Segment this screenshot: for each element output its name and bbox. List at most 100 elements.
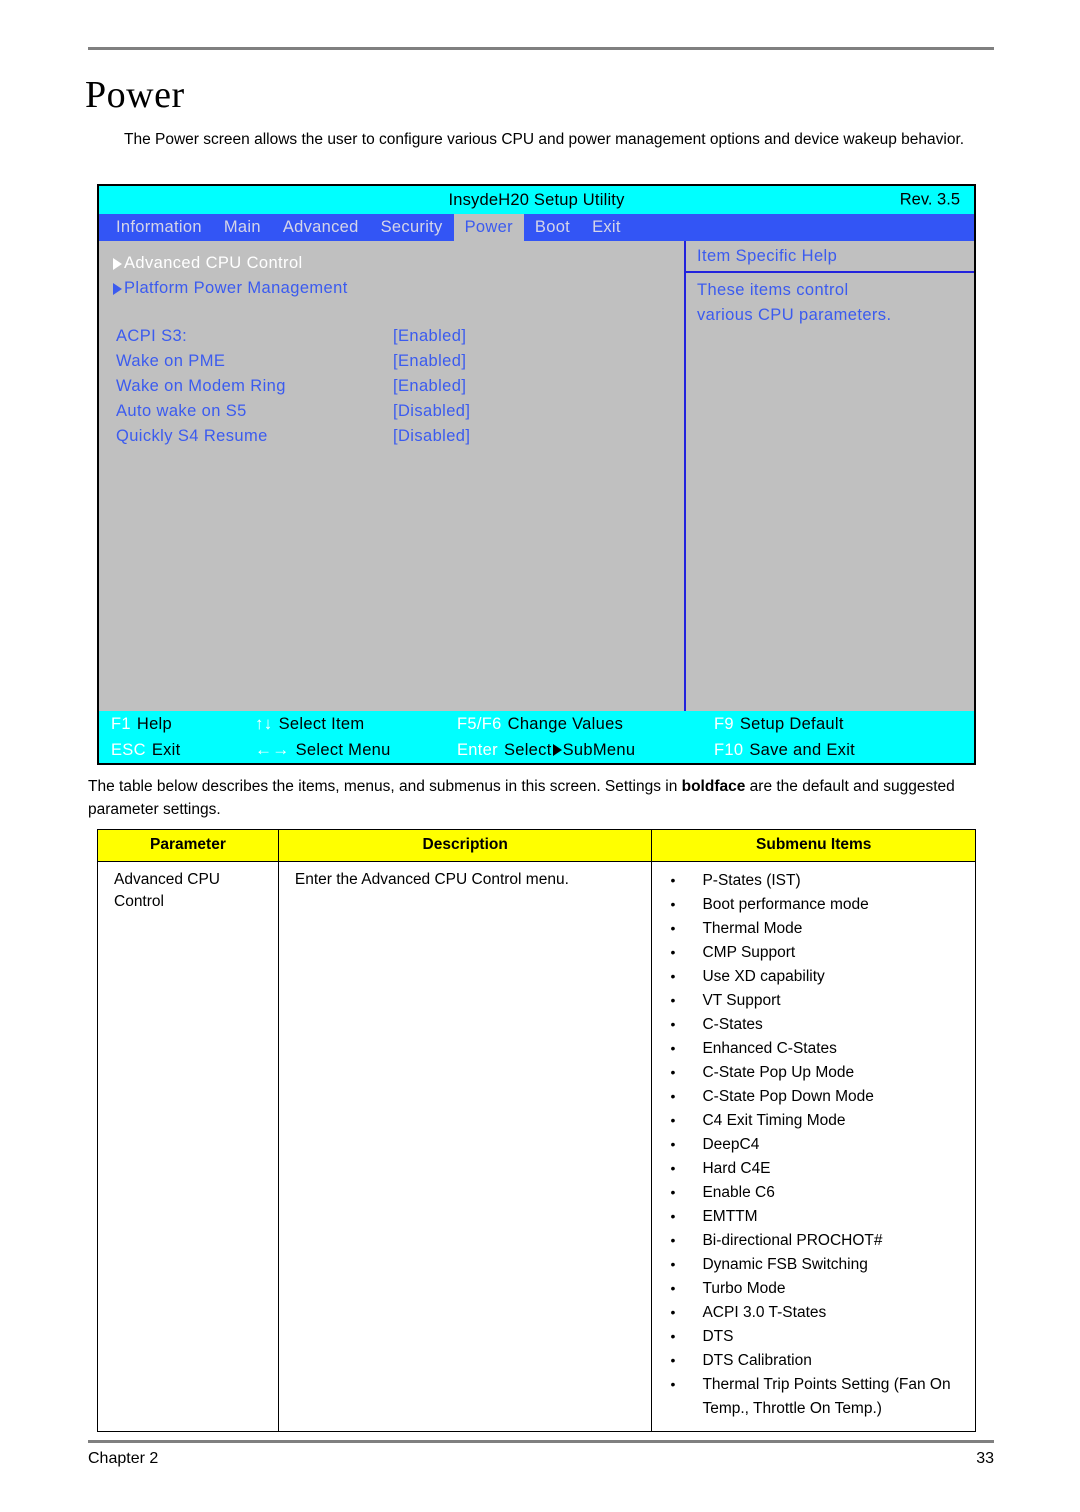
option-label: ACPI S3: — [116, 327, 188, 345]
table-intro-boldface: boldface — [681, 778, 746, 795]
option-value[interactable]: [Disabled] — [393, 402, 470, 421]
item-specific-help-pane: Item Specific Help These items control v… — [686, 241, 974, 711]
key-esc-exit[interactable]: ESC Exit — [111, 741, 181, 760]
bios-setup-screenshot: InsydeH20 Setup Utility Rev. 3.5 Informa… — [97, 184, 976, 765]
key-enter-select-submenu[interactable]: Enter Select SubMenu — [457, 741, 635, 760]
table-intro-part1: The table below describes the items, men… — [88, 778, 682, 795]
footer-chapter: Chapter 2 — [88, 1450, 159, 1467]
list-item: Dynamic FSB Switching — [668, 1252, 965, 1277]
key-name: F10 — [714, 740, 744, 759]
table-intro-paragraph: The table below describes the items, men… — [88, 775, 988, 821]
key-desc: Select Menu — [295, 740, 391, 759]
list-item: Thermal Trip Points Setting (Fan On Temp… — [668, 1372, 965, 1421]
bios-title: InsydeH20 Setup Utility — [448, 190, 625, 209]
tab-exit[interactable]: Exit — [581, 214, 632, 241]
option-value[interactable]: [Enabled] — [393, 377, 466, 396]
up-down-arrow-icon: ↑↓ — [255, 714, 273, 733]
submenu-arrow-icon — [113, 282, 122, 295]
submenu-arrow-icon — [552, 744, 562, 756]
footer-page-number: 33 — [976, 1450, 994, 1467]
key-desc: Save and Exit — [749, 740, 856, 759]
list-item: C-State Pop Up Mode — [668, 1060, 965, 1085]
key-name: ESC — [111, 740, 146, 759]
key-name: F9 — [714, 714, 734, 733]
key-desc: Help — [136, 714, 172, 733]
list-item: Enhanced C-States — [668, 1036, 965, 1061]
submenu-arrow-icon — [113, 257, 122, 270]
list-item: DeepC4 — [668, 1132, 965, 1157]
tab-information[interactable]: Information — [105, 214, 213, 241]
key-leftright-select-menu[interactable]: ←→ Select Menu — [255, 740, 391, 760]
key-name: Enter — [457, 740, 498, 759]
help-panel-title: Item Specific Help — [697, 247, 838, 265]
key-f10-save-and-exit[interactable]: F10 Save and Exit — [714, 741, 855, 760]
bios-revision: Rev. 3.5 — [899, 190, 960, 209]
tab-main[interactable]: Main — [213, 214, 272, 241]
list-item: C-State Pop Down Mode — [668, 1084, 965, 1109]
cell-description: Enter the Advanced CPU Control menu. — [277, 861, 653, 1432]
help-line-1: These items control — [697, 281, 849, 299]
bios-title-bar: InsydeH20 Setup Utility Rev. 3.5 — [99, 186, 974, 214]
list-item: Hard C4E — [668, 1156, 965, 1181]
tab-boot[interactable]: Boot — [524, 214, 581, 241]
help-line-2: various CPU parameters. — [697, 306, 892, 324]
bios-key-legend-bar: F1 Help ↑↓ Select Item F5/F6 Change Valu… — [99, 711, 974, 763]
column-header-description: Description — [277, 829, 653, 862]
manual-page: Power The Power screen allows the user t… — [0, 0, 1080, 1512]
option-value[interactable]: [Enabled] — [393, 352, 466, 371]
tab-advanced[interactable]: Advanced — [272, 214, 370, 241]
column-header-submenu-items: Submenu Items — [651, 829, 976, 862]
key-f9-setup-default[interactable]: F9 Setup Default — [714, 715, 844, 734]
list-item: DTS Calibration — [668, 1348, 965, 1373]
bios-body: Advanced CPU Control Platform Power Mana… — [99, 241, 974, 711]
list-item: Boot performance mode — [668, 892, 965, 917]
key-f5f6-change-values[interactable]: F5/F6 Change Values — [457, 715, 623, 734]
option-label: Auto wake on S5 — [116, 402, 247, 420]
table-body: Advanced CPU Control Enter the Advanced … — [97, 861, 976, 1432]
list-item: Enable C6 — [668, 1180, 965, 1205]
key-updown-select-item[interactable]: ↑↓ Select Item — [255, 714, 364, 734]
submenu-platform-power-management[interactable]: Platform Power Management — [99, 276, 684, 301]
intro-paragraph: The Power screen allows the user to conf… — [124, 131, 965, 148]
list-item: ACPI 3.0 T-States — [668, 1300, 965, 1325]
option-value[interactable]: [Enabled] — [393, 327, 466, 346]
key-desc: Change Values — [507, 714, 624, 733]
key-desc-after: SubMenu — [562, 740, 636, 759]
table-row: Advanced CPU Control Enter the Advanced … — [97, 861, 976, 1432]
option-wake-on-modem-ring[interactable]: Wake on Modem Ring [Enabled] — [99, 374, 684, 399]
tab-power[interactable]: Power — [453, 214, 524, 241]
list-item: Use XD capability — [668, 964, 965, 989]
submenu-label: Platform Power Management — [124, 279, 348, 297]
bios-settings-pane: Advanced CPU Control Platform Power Mana… — [99, 241, 684, 711]
list-item: EMTTM — [668, 1204, 965, 1229]
option-quickly-s4-resume[interactable]: Quickly S4 Resume [Disabled] — [99, 424, 684, 449]
list-item: Thermal Mode — [668, 916, 965, 941]
header-rule — [88, 47, 994, 50]
key-name: F1 — [111, 714, 131, 733]
submenu-advanced-cpu-control[interactable]: Advanced CPU Control — [99, 251, 684, 276]
key-legend-row-2: ESC Exit ←→ Select Menu Enter Select Sub… — [99, 737, 974, 763]
option-auto-wake-on-s5[interactable]: Auto wake on S5 [Disabled] — [99, 399, 684, 424]
bios-tab-bar: Information Main Advanced Security Power… — [99, 214, 974, 241]
submenu-items-list: P-States (IST) Boot performance mode The… — [668, 868, 965, 1421]
option-label: Wake on PME — [116, 352, 226, 370]
help-panel-text: These items control various CPU paramete… — [697, 273, 974, 328]
column-header-parameter: Parameter — [97, 829, 279, 862]
option-label: Wake on Modem Ring — [116, 377, 286, 395]
list-item: C-States — [668, 1012, 965, 1037]
tab-security[interactable]: Security — [370, 214, 454, 241]
option-label: Quickly S4 Resume — [116, 427, 268, 445]
page-title: Power — [85, 74, 185, 116]
list-item: Turbo Mode — [668, 1276, 965, 1301]
list-item: DTS — [668, 1324, 965, 1349]
key-f1-help[interactable]: F1 Help — [111, 715, 172, 734]
option-value[interactable]: [Disabled] — [393, 427, 470, 446]
list-item: P-States (IST) — [668, 868, 965, 893]
key-desc-before: Select — [503, 740, 552, 759]
option-acpi-s3[interactable]: ACPI S3: [Enabled] — [99, 324, 684, 349]
key-name: F5/F6 — [457, 714, 502, 733]
submenu-label: Advanced CPU Control — [124, 254, 303, 272]
left-right-arrow-icon: ←→ — [255, 740, 290, 759]
option-wake-on-pme[interactable]: Wake on PME [Enabled] — [99, 349, 684, 374]
